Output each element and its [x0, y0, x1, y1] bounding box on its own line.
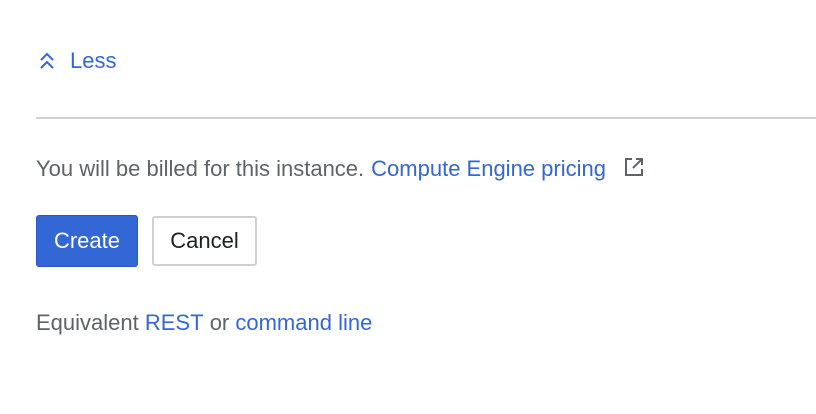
- less-toggle[interactable]: Less: [38, 46, 116, 76]
- less-toggle-label: Less: [70, 48, 117, 73]
- command-line-link[interactable]: command line: [235, 310, 372, 336]
- compute-engine-pricing-link[interactable]: Compute Engine pricing: [371, 156, 606, 182]
- billing-notice: You will be billed for this instance. Co…: [36, 154, 645, 184]
- form-actions: Create Cancel: [36, 215, 257, 267]
- equivalent-links: Equivalent REST or command line: [36, 308, 372, 338]
- billing-notice-text: You will be billed for this instance.: [36, 156, 365, 181]
- equivalent-or-text: or: [209, 310, 230, 335]
- external-link-icon[interactable]: [623, 156, 645, 178]
- section-divider: [36, 117, 816, 119]
- create-button[interactable]: Create: [36, 215, 138, 267]
- chevron-double-up-icon: [38, 50, 56, 72]
- create-instance-footer: Less You will be billed for this instanc…: [0, 0, 816, 414]
- equivalent-prefix: Equivalent: [36, 310, 139, 335]
- rest-link[interactable]: REST: [145, 310, 204, 336]
- cancel-button[interactable]: Cancel: [152, 216, 257, 266]
